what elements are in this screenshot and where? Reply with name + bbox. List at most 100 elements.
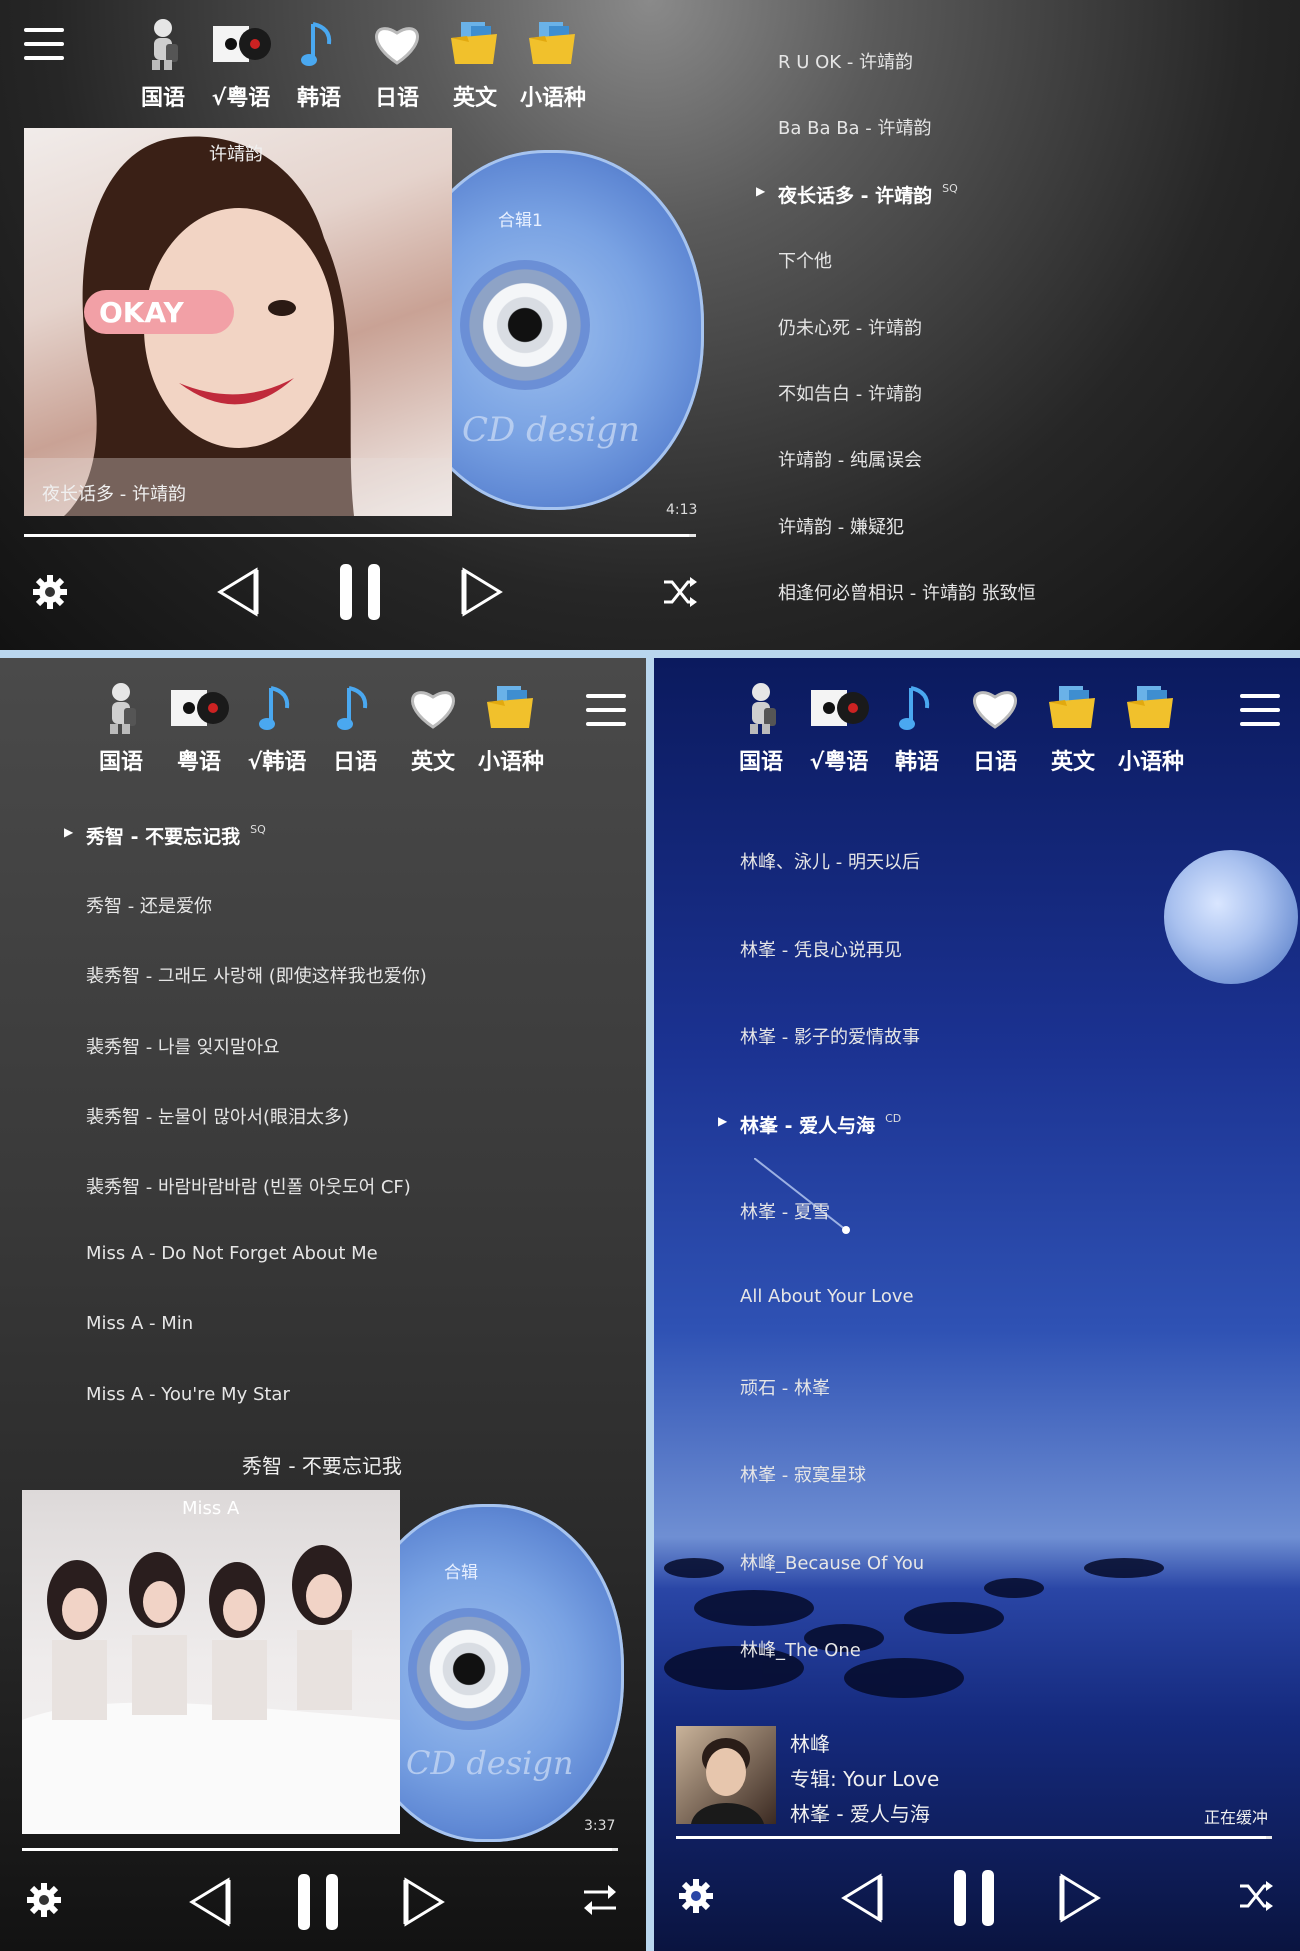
menu-icon[interactable]: [24, 28, 64, 60]
song-list-item[interactable]: 林峰_Because Of You: [740, 1549, 924, 1575]
settings-gear-icon[interactable]: [676, 1876, 716, 1916]
next-track-icon[interactable]: [396, 1874, 452, 1930]
album-cover[interactable]: Miss A: [22, 1490, 400, 1834]
song-title: 林峯 - 夏雪: [740, 1202, 830, 1224]
shuffle-icon[interactable]: [660, 572, 700, 612]
track-duration: 4:13: [666, 502, 698, 518]
song-title: Ba Ba Ba - 许靖韵: [778, 118, 932, 140]
language-tab[interactable]: 英文: [394, 678, 472, 776]
settings-gear-icon[interactable]: [24, 1880, 64, 1920]
language-tab-label: 英文: [410, 750, 455, 775]
quality-badge: CD: [885, 1111, 902, 1125]
song-title: Miss A - You're My Star: [86, 1383, 290, 1405]
language-tab[interactable]: 日语: [956, 678, 1034, 776]
folder-icon: [481, 678, 541, 738]
cd-logo: CD design: [406, 1744, 574, 1782]
song-list-item[interactable]: ▶ 林峯 - 爱人与海 CD: [718, 1111, 902, 1138]
song-list-item[interactable]: 下个他: [778, 247, 832, 273]
language-tab[interactable]: √粤语: [800, 678, 878, 776]
song-title: 林峯 - 爱人与海: [740, 1114, 876, 1137]
song-list-item[interactable]: All About Your Love: [740, 1286, 914, 1307]
language-tab[interactable]: √粤语: [202, 14, 280, 112]
song-list-item[interactable]: 裴秀智 - 나를 잊지말아요: [86, 1033, 280, 1059]
song-list-item[interactable]: 林峯 - 凭良心说再见: [740, 936, 902, 962]
song-list-item[interactable]: 许靖韵 - 纯属误会: [778, 446, 922, 472]
track-duration: 3:37: [584, 1818, 616, 1834]
language-tab[interactable]: 英文: [1034, 678, 1112, 776]
language-tab-label: 小语种: [477, 750, 544, 775]
moon-image: [1164, 850, 1298, 984]
heart-icon: [965, 678, 1025, 738]
progress-fill: [24, 534, 689, 537]
song-list-item[interactable]: ▶ 秀智 - 不要忘记我 SQ: [64, 822, 266, 849]
language-tab[interactable]: 日语: [358, 14, 436, 112]
song-list-item[interactable]: 林峰、泳儿 - 明天以后: [740, 848, 920, 874]
song-list-item[interactable]: 顽石 - 林峯: [740, 1374, 830, 1400]
song-list-item[interactable]: 不如告白 - 许靖韵: [778, 380, 922, 406]
previous-track-icon[interactable]: [210, 564, 266, 620]
song-title: 秀智 - 还是爱你: [86, 896, 212, 918]
song-title: 林峰_Because Of You: [740, 1552, 925, 1574]
song-list-item[interactable]: 林峰_The One: [740, 1636, 861, 1662]
song-list-item[interactable]: 相逢何必曾相识 - 许靖韵 张致恒: [778, 579, 1036, 605]
next-track-icon[interactable]: [1052, 1870, 1108, 1926]
now-playing-title: 秀智 - 不要忘记我: [242, 1454, 402, 1478]
song-list-item[interactable]: R U OK - 许靖韵: [778, 48, 913, 74]
language-tab[interactable]: √韩语: [238, 678, 316, 776]
album-cover[interactable]: OKAY 许靖韵 夜长话多 - 许靖韵: [24, 128, 452, 516]
song-list-item[interactable]: Miss A - Do Not Forget About Me: [86, 1243, 378, 1264]
song-title: 相逢何必曾相识 - 许靖韵 张致恒: [778, 583, 1036, 605]
mini-cover[interactable]: [676, 1726, 776, 1824]
language-tab[interactable]: 韩语: [280, 14, 358, 112]
language-tab-label: 韩语: [296, 86, 341, 111]
language-tab[interactable]: 国语: [722, 678, 800, 776]
artist-photo-image: [691, 1738, 764, 1824]
song-list-item[interactable]: 林峯 - 影子的爱情故事: [740, 1023, 920, 1049]
shore-rocks-image: [664, 1558, 1164, 1698]
menu-icon[interactable]: [1240, 694, 1280, 726]
pause-icon[interactable]: [336, 560, 386, 624]
song-list-item[interactable]: ▶ 夜长话多 - 许靖韵 SQ: [756, 181, 958, 208]
song-list-item[interactable]: 裴秀智 - 그래도 사랑해 (即使这样我也爱你): [86, 962, 427, 988]
settings-gear-icon[interactable]: [30, 572, 70, 612]
next-track-icon[interactable]: [454, 564, 510, 620]
song-list-item[interactable]: 秀智 - 还是爱你: [86, 892, 212, 918]
previous-track-icon[interactable]: [182, 1874, 238, 1930]
language-tab[interactable]: 小语种: [514, 14, 592, 112]
language-tab[interactable]: 国语: [82, 678, 160, 776]
cd-hub: [408, 1608, 530, 1730]
language-tab[interactable]: 国语: [124, 14, 202, 112]
song-title: Miss A - Do Not Forget About Me: [86, 1243, 378, 1265]
language-tab[interactable]: 日语: [316, 678, 394, 776]
mini-artist: 林峰: [790, 1732, 830, 1756]
song-title: 裴秀智 - 바람바람바람 (빈폴 아웃도어 CF): [86, 1177, 411, 1198]
folder-icon: [445, 14, 505, 74]
music-note-icon: [325, 678, 385, 738]
menu-icon[interactable]: [586, 694, 626, 726]
song-title: 许靖韵 - 纯属误会: [778, 450, 922, 472]
repeat-list-icon[interactable]: [580, 1880, 620, 1920]
language-tab[interactable]: 小语种: [472, 678, 550, 776]
language-tab-label: 日语: [332, 750, 377, 775]
song-list-item[interactable]: 仍未心死 - 许靖韵: [778, 314, 922, 340]
language-tab[interactable]: 小语种: [1112, 678, 1190, 776]
song-title: 林峰、泳儿 - 明天以后: [740, 852, 920, 873]
song-list-item[interactable]: 林峯 - 夏雪: [740, 1198, 830, 1224]
song-list-item[interactable]: 林峯 - 寂寞星球: [740, 1461, 866, 1487]
song-list-item[interactable]: 许靖韵 - 嫌疑犯: [778, 513, 904, 539]
song-list-item[interactable]: 裴秀智 - 눈물이 많아서(眼泪太多): [86, 1103, 349, 1129]
song-list-item[interactable]: 裴秀智 - 바람바람바람 (빈폴 아웃도어 CF): [86, 1173, 411, 1199]
song-title: 林峯 - 影子的爱情故事: [740, 1027, 920, 1049]
pause-icon[interactable]: [294, 1870, 344, 1934]
language-tab[interactable]: 英文: [436, 14, 514, 112]
cover-artist: Miss A: [182, 1498, 240, 1519]
previous-track-icon[interactable]: [834, 1870, 890, 1926]
language-tab[interactable]: 粤语: [160, 678, 238, 776]
song-list-item[interactable]: Miss A - Min: [86, 1313, 193, 1334]
shuffle-icon[interactable]: [1236, 1876, 1276, 1916]
pause-icon[interactable]: [950, 1866, 1000, 1930]
song-list-item[interactable]: Miss A - You're My Star: [86, 1384, 290, 1405]
language-tab[interactable]: 韩语: [878, 678, 956, 776]
language-tab-label: 小语种: [519, 86, 586, 111]
song-list-item[interactable]: Ba Ba Ba - 许靖韵: [778, 114, 932, 140]
